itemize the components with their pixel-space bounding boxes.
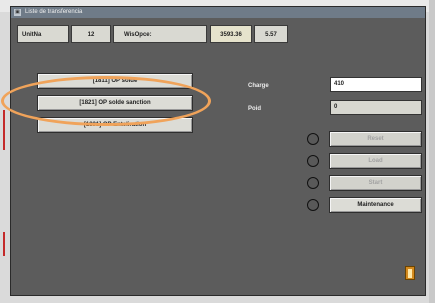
poid-label: Poid — [248, 106, 261, 112]
reset-button[interactable]: Reset — [329, 131, 422, 147]
charge-value: 410 — [334, 81, 345, 87]
charge-label: Charge — [248, 83, 269, 89]
wiso-label-field: WisOpce: — [113, 25, 207, 43]
maintenance-button[interactable]: Maintenance — [329, 197, 422, 213]
start-label: Start — [368, 180, 383, 186]
app-window: ▣ Liste de transferencia UnitNa 12 WisOp… — [10, 6, 426, 296]
poid-value: 0 — [334, 104, 338, 110]
unit-label-field: UnitNa — [17, 25, 69, 43]
unit-value-field: 12 — [71, 25, 111, 43]
value1: 3593.36 — [220, 32, 242, 38]
load-label: Load — [368, 158, 383, 164]
highlight-oval — [1, 76, 211, 126]
door-exit-icon[interactable] — [405, 266, 415, 280]
load-status-indicator — [307, 155, 319, 167]
value2: 5.57 — [265, 32, 277, 38]
start-button[interactable]: Start — [329, 175, 422, 191]
value2-field: 5.57 — [254, 25, 288, 43]
desktop-red-mark — [3, 110, 5, 150]
load-button[interactable]: Load — [329, 153, 422, 169]
value1-field: 3593.36 — [210, 25, 252, 43]
maintenance-label: Maintenance — [357, 202, 394, 208]
start-status-indicator — [307, 177, 319, 189]
desktop-red-mark — [3, 232, 5, 256]
app-icon: ▣ — [14, 9, 21, 16]
poid-field: 0 — [330, 100, 422, 115]
maintenance-status-indicator — [307, 199, 319, 211]
unit-value: 12 — [87, 32, 95, 38]
wiso-label: WisOpce: — [124, 32, 152, 38]
reset-status-indicator — [307, 133, 319, 145]
charge-input[interactable]: 410 — [330, 77, 422, 92]
window-title: Liste de transferencia — [25, 9, 83, 15]
unit-label: UnitNa — [22, 32, 42, 38]
title-bar: ▣ Liste de transferencia — [11, 7, 425, 18]
reset-label: Reset — [367, 136, 384, 142]
desktop-right-strip — [429, 0, 435, 303]
